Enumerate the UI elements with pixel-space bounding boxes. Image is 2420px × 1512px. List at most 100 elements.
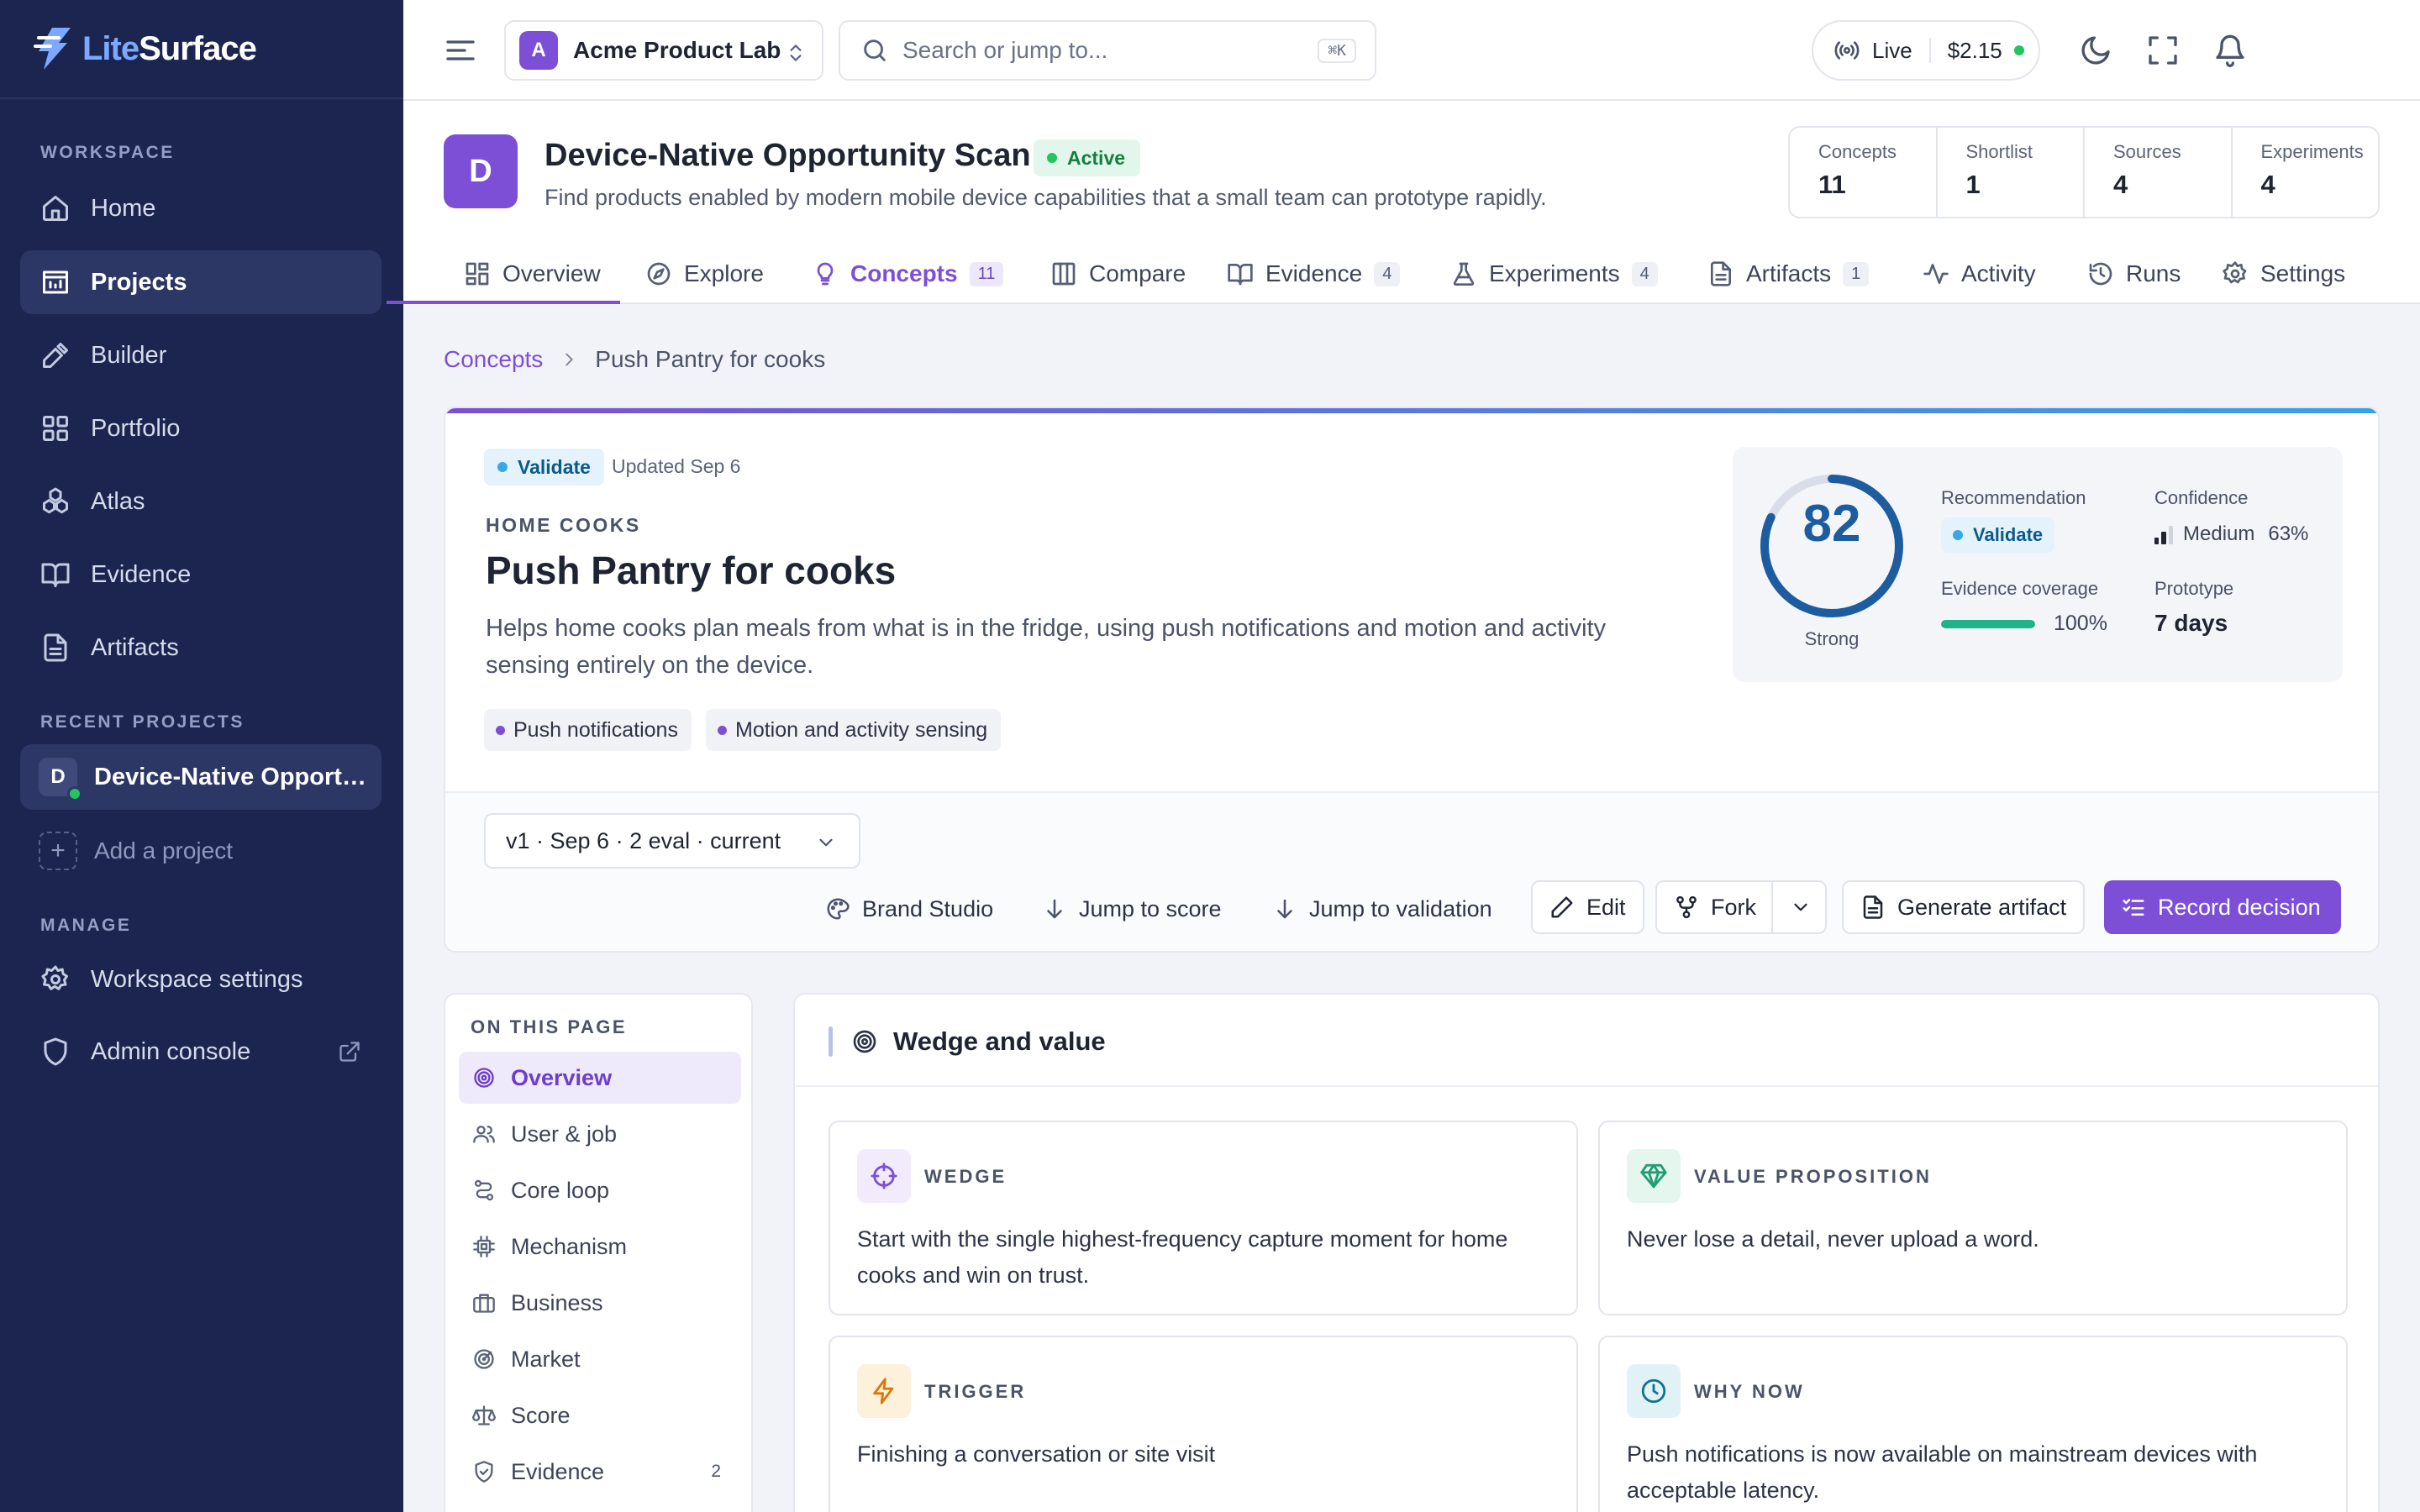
stat-concepts[interactable]: Concepts 11 [1790, 128, 1938, 217]
fullscreen-icon[interactable] [2146, 34, 2180, 67]
tab-explore[interactable]: Explore [645, 244, 764, 304]
score-value: 82 [1802, 495, 1861, 553]
workspace-avatar: A [519, 31, 558, 70]
recommendation-badge: Validate [1941, 517, 2055, 553]
tab-compare[interactable]: Compare [1050, 244, 1186, 304]
toc-item-score[interactable]: Score [459, 1389, 741, 1441]
workspace-switcher[interactable]: A Acme Product Lab [504, 20, 823, 81]
wedge-label: WEDGE [924, 1166, 1007, 1187]
toc-item-market[interactable]: Market [459, 1333, 741, 1385]
live-status-pill[interactable]: Live $2.15 [1812, 20, 2040, 81]
manage-section-label: MANAGE [40, 916, 132, 935]
project-avatar: D [444, 134, 518, 208]
search-input[interactable]: Search or jump to... ⌘K [839, 20, 1376, 81]
gem-icon [1640, 1163, 1667, 1189]
sidebar-item-admin-console[interactable]: Admin console [20, 1020, 381, 1084]
plus-icon: + [39, 832, 77, 870]
confidence-value: Medium 63% [2154, 522, 2308, 546]
project-tabs: Overview Explore Concepts 11 Compare Evi… [403, 244, 2420, 304]
online-status-dot [67, 786, 82, 801]
sidebar-item-evidence[interactable]: Evidence [20, 543, 381, 606]
edit-button[interactable]: Edit [1531, 880, 1644, 934]
toc-item-business[interactable]: Business [459, 1277, 741, 1329]
sidebar-item-portfolio[interactable]: Portfolio [20, 396, 381, 460]
coverage-value: 100% [1941, 612, 2107, 636]
toc-item-mechanism[interactable]: Mechanism [459, 1221, 741, 1273]
capability-tag: Push notifications [484, 709, 692, 751]
toc-item-user-job[interactable]: User & job [459, 1108, 741, 1160]
tab-runs[interactable]: Runs [2087, 244, 2181, 304]
crosshair-icon [871, 1163, 897, 1189]
tab-overview[interactable]: Overview [464, 244, 601, 304]
why-now-box: WHY NOW Push notifications is now availa… [1598, 1336, 2348, 1512]
tab-evidence[interactable]: Evidence 4 [1227, 244, 1401, 304]
toc-item-evidence[interactable]: Evidence 2 [459, 1446, 741, 1498]
sidebar-item-label: Evidence [91, 560, 192, 588]
trigger-text: Finishing a conversation or site visit [857, 1441, 1216, 1467]
generate-artifact-button[interactable]: Generate artifact [1842, 880, 2086, 934]
sidebar-item-label: Workspace settings [91, 965, 303, 993]
breadcrumb-concepts-link[interactable]: Concepts [444, 346, 543, 373]
tab-artifacts[interactable]: Artifacts 1 [1707, 244, 1870, 304]
bell-icon[interactable] [2213, 34, 2247, 67]
sidebar-item-home[interactable]: Home [20, 176, 381, 240]
radar-icon [474, 1349, 494, 1369]
stat-sources[interactable]: Sources 4 [2085, 128, 2233, 217]
section-header: Wedge and value [829, 1025, 1106, 1058]
trigger-box: TRIGGER Finishing a conversation or site… [829, 1336, 1578, 1512]
sidebar-item-artifacts[interactable]: Artifacts [20, 616, 381, 680]
version-select[interactable]: v1 · Sep 6 · 2 eval · current [484, 813, 860, 869]
add-project-label: Add a project [94, 837, 233, 864]
cpu-icon [473, 1236, 495, 1257]
topbar: A Acme Product Lab Search or jump to... … [403, 0, 2420, 101]
jump-to-validation-button[interactable]: Jump to validation [1272, 882, 1492, 936]
jump-to-score-button[interactable]: Jump to score [1042, 882, 1222, 936]
history-icon [2089, 262, 2112, 286]
columns-icon [1052, 262, 1076, 286]
recent-project-item[interactable]: D Device-Native Opport… [20, 744, 381, 810]
tab-concepts[interactable]: Concepts 11 [812, 244, 1004, 304]
toc-item-overview[interactable]: Overview [459, 1052, 741, 1104]
trigger-label: TRIGGER [924, 1381, 1027, 1402]
lightning-logo-icon [34, 28, 71, 70]
breadcrumb: Concepts Push Pantry for cooks [444, 346, 825, 373]
sidebar-item-projects[interactable]: Projects [20, 250, 381, 314]
toc-item-core-loop[interactable]: Core loop [459, 1164, 741, 1216]
moon-icon[interactable] [2079, 34, 2112, 67]
sidebar-item-atlas[interactable]: Atlas [20, 470, 381, 533]
sidebar-item-builder[interactable]: Builder [20, 323, 381, 387]
coverage-label: Evidence coverage [1941, 578, 2099, 599]
value-proposition-text: Never lose a detail, never upload a word… [1627, 1226, 2039, 1252]
wedge-box: WEDGE Start with the single highest-freq… [829, 1121, 1578, 1315]
chevron-down-icon[interactable] [1790, 896, 1812, 918]
why-now-label: WHY NOW [1694, 1381, 1805, 1402]
record-decision-button[interactable]: Record decision [2104, 880, 2341, 934]
sidebar: LiteSurface WORKSPACE Home Projects Buil… [0, 0, 403, 1512]
document-icon [1711, 261, 1731, 286]
stat-shortlist[interactable]: Shortlist 1 [1938, 128, 2085, 217]
tab-settings[interactable]: Settings [2222, 244, 2345, 304]
divider [1928, 38, 1931, 63]
sidebar-item-workspace-settings[interactable]: Workspace settings [20, 948, 381, 1011]
stat-experiments[interactable]: Experiments 4 [2233, 128, 2379, 217]
stage-badge: Validate [484, 449, 604, 486]
brand-name: LiteSurface [82, 29, 257, 67]
fork-button[interactable]: Fork [1655, 880, 1827, 934]
prototype-label: Prototype [2154, 578, 2234, 599]
activity-icon [1923, 264, 1949, 284]
tab-experiments[interactable]: Experiments 4 [1450, 244, 1658, 304]
chevron-right-icon [566, 353, 573, 366]
concept-actions-bar: v1 · Sep 6 · 2 eval · current Brand Stud… [445, 791, 2378, 951]
evidence-count: 2 [711, 1462, 721, 1481]
brand-logo[interactable]: LiteSurface [0, 0, 403, 99]
add-project-button[interactable]: + Add a project [20, 822, 381, 880]
live-label: Live [1872, 37, 1912, 63]
brand-studio-button[interactable]: Brand Studio [825, 882, 993, 936]
card-accent-bar [445, 408, 2378, 413]
menu-icon[interactable] [444, 34, 477, 67]
users-icon [473, 1126, 495, 1143]
keyboard-shortcut: ⌘K [1318, 39, 1356, 63]
tab-activity[interactable]: Activity [1923, 244, 2036, 304]
external-link-icon [339, 1042, 360, 1062]
why-now-icon-tile [1627, 1364, 1681, 1418]
